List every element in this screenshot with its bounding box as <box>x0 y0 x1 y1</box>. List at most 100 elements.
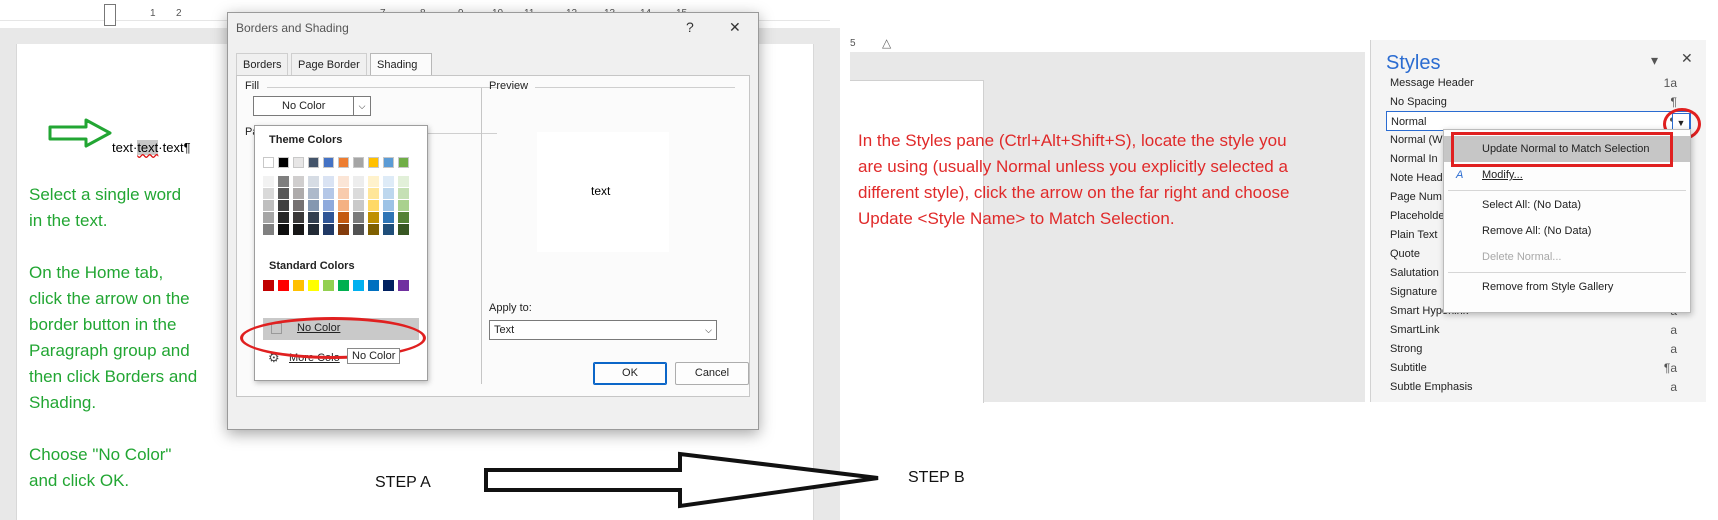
theme-shade-swatch[interactable] <box>368 176 379 187</box>
theme-shade-swatch[interactable] <box>398 188 409 199</box>
style-list-item[interactable]: Strong a <box>1386 339 1691 359</box>
theme-color-swatch[interactable] <box>353 157 364 168</box>
theme-shade-swatch[interactable] <box>383 188 394 199</box>
theme-color-swatch[interactable] <box>293 157 304 168</box>
theme-shade-swatch[interactable] <box>338 188 349 199</box>
sample-word[interactable]: text¶ <box>163 140 191 155</box>
ruler-indent-marker[interactable] <box>104 4 116 26</box>
theme-shade-swatch[interactable] <box>353 188 364 199</box>
sample-word[interactable]: text <box>112 140 133 155</box>
theme-shade-swatch[interactable] <box>323 200 334 211</box>
tab-borders[interactable]: Borders <box>236 53 288 76</box>
chevron-down-icon[interactable]: ⌵ <box>353 97 370 115</box>
theme-shade-swatch[interactable] <box>323 224 334 235</box>
theme-shade-swatch[interactable] <box>278 176 289 187</box>
close-icon[interactable]: ✕ <box>1681 50 1693 67</box>
standard-color-swatch[interactable] <box>263 280 274 291</box>
theme-color-swatch[interactable] <box>383 157 394 168</box>
theme-shade-swatch[interactable] <box>338 224 349 235</box>
sample-text[interactable]: text·text·text¶ <box>112 140 191 155</box>
theme-shade-swatch[interactable] <box>353 200 364 211</box>
theme-shade-swatch[interactable] <box>308 200 319 211</box>
theme-color-swatch[interactable] <box>398 157 409 168</box>
standard-color-swatch[interactable] <box>323 280 334 291</box>
chevron-down-icon[interactable]: ⌵ <box>705 321 712 339</box>
fill-dropdown[interactable]: No Color ⌵ <box>253 96 371 116</box>
standard-color-swatch[interactable] <box>368 280 379 291</box>
theme-shade-swatch[interactable] <box>338 212 349 223</box>
theme-shade-swatch[interactable] <box>398 224 409 235</box>
theme-shade-swatch[interactable] <box>323 176 334 187</box>
standard-color-swatch[interactable] <box>308 280 319 291</box>
theme-shade-swatch[interactable] <box>308 224 319 235</box>
theme-shade-swatch[interactable] <box>263 200 274 211</box>
theme-shade-swatch[interactable] <box>293 224 304 235</box>
theme-shade-swatch[interactable] <box>338 176 349 187</box>
remove-all-menu-item[interactable]: Remove All: (No Data) <box>1444 218 1690 244</box>
theme-shade-swatch[interactable] <box>398 212 409 223</box>
theme-shade-swatch[interactable] <box>368 224 379 235</box>
theme-shade-swatch[interactable] <box>263 176 274 187</box>
theme-shade-swatch[interactable] <box>308 188 319 199</box>
theme-shade-swatch[interactable] <box>398 176 409 187</box>
theme-shade-swatch[interactable] <box>353 176 364 187</box>
close-button[interactable]: ✕ <box>729 19 741 36</box>
theme-shade-swatch[interactable] <box>383 212 394 223</box>
theme-shade-swatch[interactable] <box>293 200 304 211</box>
theme-shade-swatch[interactable] <box>398 200 409 211</box>
theme-shade-swatch[interactable] <box>293 212 304 223</box>
theme-color-swatch[interactable] <box>263 157 274 168</box>
standard-color-swatch[interactable] <box>293 280 304 291</box>
theme-shade-swatch[interactable] <box>323 188 334 199</box>
theme-shade-swatch[interactable] <box>353 224 364 235</box>
theme-shade-swatch[interactable] <box>263 212 274 223</box>
style-list-item[interactable]: Subtle Emphasis a <box>1386 377 1691 397</box>
style-list-item[interactable]: Normal¶ <box>1386 111 1691 131</box>
theme-shade-swatch[interactable] <box>338 200 349 211</box>
select-all-menu-item[interactable]: Select All: (No Data) <box>1444 192 1690 218</box>
cancel-button[interactable]: Cancel <box>675 362 749 385</box>
theme-shade-swatch[interactable] <box>278 200 289 211</box>
standard-color-swatch[interactable] <box>383 280 394 291</box>
tab-page-border[interactable]: Page Border <box>291 53 367 76</box>
remove-from-gallery-menu-item[interactable]: Remove from Style Gallery <box>1444 274 1690 300</box>
theme-shade-swatch[interactable] <box>293 188 304 199</box>
standard-color-swatch[interactable] <box>278 280 289 291</box>
help-button[interactable]: ? <box>686 19 694 35</box>
style-list-item[interactable]: Message Header 1a <box>1386 73 1691 93</box>
style-list-item[interactable]: No Spacing ¶ <box>1386 92 1691 112</box>
theme-shade-swatch[interactable] <box>278 212 289 223</box>
standard-color-swatch[interactable] <box>353 280 364 291</box>
theme-shade-swatch[interactable] <box>353 212 364 223</box>
theme-color-swatch[interactable] <box>308 157 319 168</box>
selected-word[interactable]: text <box>137 140 159 155</box>
theme-color-swatch[interactable] <box>338 157 349 168</box>
theme-shade-swatch[interactable] <box>308 212 319 223</box>
standard-color-swatch[interactable] <box>398 280 409 291</box>
ok-button[interactable]: OK <box>593 362 667 385</box>
style-list-item[interactable]: SmartLink a <box>1386 320 1691 340</box>
theme-shade-swatch[interactable] <box>263 188 274 199</box>
theme-shade-swatch[interactable] <box>293 176 304 187</box>
theme-shade-swatch[interactable] <box>368 200 379 211</box>
theme-shade-swatch[interactable] <box>278 224 289 235</box>
theme-shade-swatch[interactable] <box>383 176 394 187</box>
theme-shade-swatch[interactable] <box>368 188 379 199</box>
delete-style-menu-item[interactable]: Delete Normal... <box>1444 244 1690 270</box>
ruler-tab-marker-icon[interactable]: △ <box>882 36 891 50</box>
theme-shade-swatch[interactable] <box>278 188 289 199</box>
theme-color-swatch[interactable] <box>323 157 334 168</box>
apply-to-dropdown[interactable]: Text ⌵ <box>489 320 717 340</box>
style-list-item[interactable]: Subtitle ¶a <box>1386 358 1691 378</box>
theme-shade-swatch[interactable] <box>383 224 394 235</box>
standard-color-swatch[interactable] <box>338 280 349 291</box>
theme-shade-swatch[interactable] <box>308 176 319 187</box>
theme-color-swatch[interactable] <box>278 157 289 168</box>
tab-shading[interactable]: Shading <box>370 53 432 77</box>
theme-shade-swatch[interactable] <box>263 224 274 235</box>
theme-color-swatch[interactable] <box>368 157 379 168</box>
pane-options-icon[interactable]: ▾ <box>1651 52 1658 69</box>
theme-shade-swatch[interactable] <box>383 200 394 211</box>
theme-shade-swatch[interactable] <box>368 212 379 223</box>
theme-shade-swatch[interactable] <box>323 212 334 223</box>
